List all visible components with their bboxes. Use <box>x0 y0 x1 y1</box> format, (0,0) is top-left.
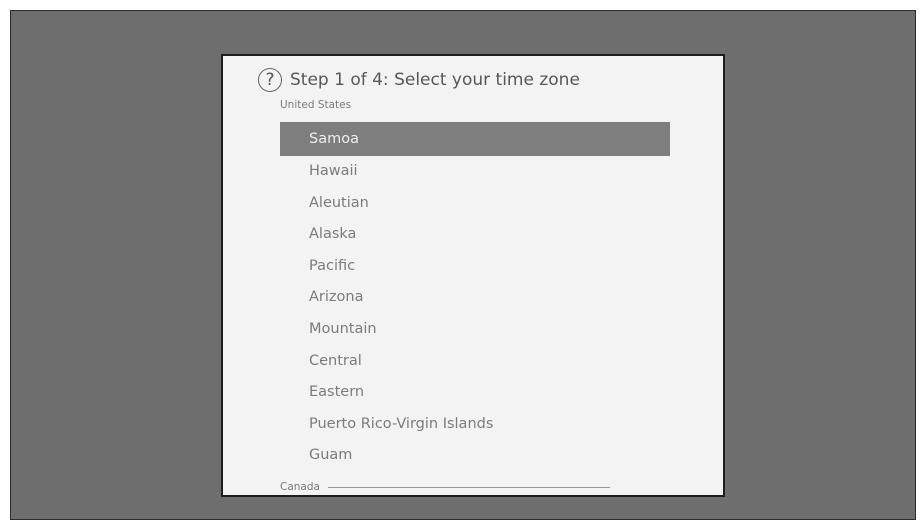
time-zone-option-arizona[interactable]: Arizona <box>280 282 670 314</box>
time-zone-option-guam[interactable]: Guam <box>280 440 670 472</box>
time-zone-list: Samoa Hawaii Aleutian Alaska Pacific Ari… <box>280 122 670 472</box>
time-zone-option-hawaii[interactable]: Hawaii <box>280 156 670 188</box>
group-label-canada: Canada <box>280 481 320 493</box>
time-zone-option-pacific[interactable]: Pacific <box>280 251 670 283</box>
page-title: Step 1 of 4: Select your time zone <box>290 70 580 90</box>
time-zone-option-puerto-rico-virgin-islands[interactable]: Puerto Rico-Virgin Islands <box>280 409 670 441</box>
group-label-united-states: United States <box>280 99 352 111</box>
dialog-header: ? Step 1 of 4: Select your time zone <box>258 68 580 92</box>
group-header-canada: Canada <box>280 481 610 493</box>
time-zone-option-alaska[interactable]: Alaska <box>280 219 670 251</box>
time-zone-option-central[interactable]: Central <box>280 346 670 378</box>
group-divider <box>327 486 610 488</box>
time-zone-option-aleutian[interactable]: Aleutian <box>280 188 670 220</box>
time-zone-option-samoa[interactable]: Samoa <box>280 122 670 156</box>
time-zone-dialog: ? Step 1 of 4: Select your time zone Uni… <box>221 54 725 497</box>
question-circle-icon[interactable]: ? <box>258 68 282 92</box>
tv-screen: ? Step 1 of 4: Select your time zone Uni… <box>10 10 916 520</box>
time-zone-option-mountain[interactable]: Mountain <box>280 314 670 346</box>
time-zone-option-eastern[interactable]: Eastern <box>280 377 670 409</box>
